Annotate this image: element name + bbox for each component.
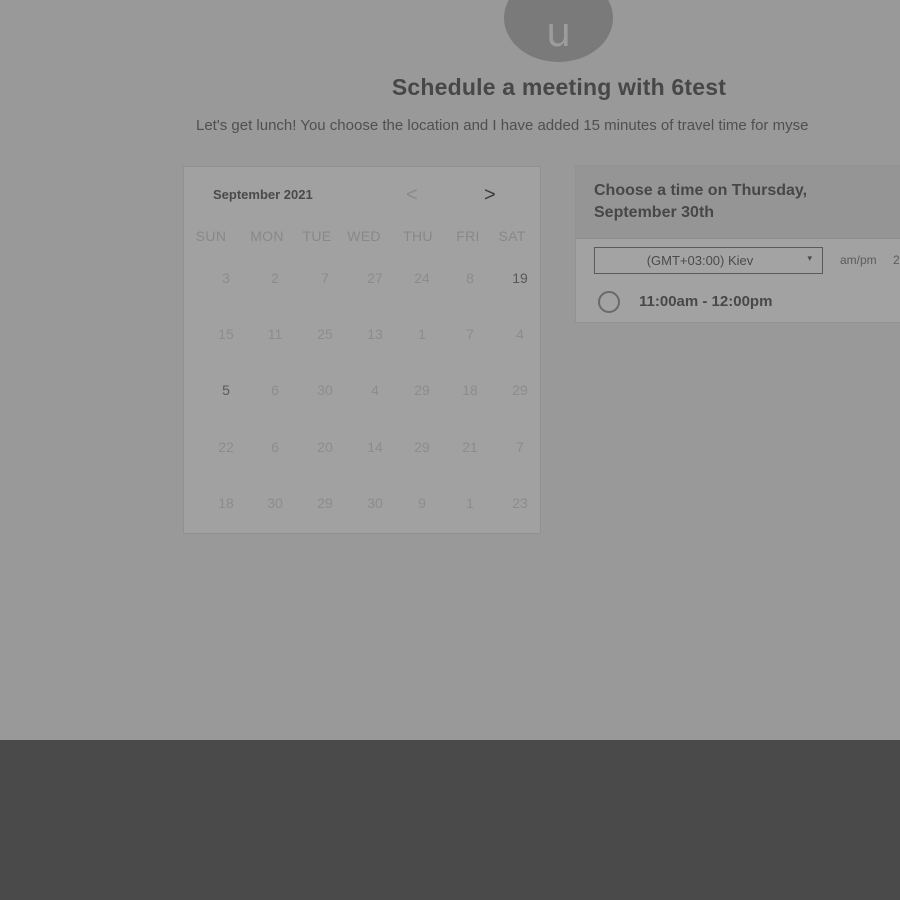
calendar-day[interactable]: 30 — [355, 489, 395, 517]
weekday-label: MON — [250, 228, 284, 244]
calendar-day[interactable]: 27 — [355, 264, 395, 292]
time-slot-label: 11:00am - 12:00pm — [639, 293, 773, 310]
calendar-day[interactable]: 7 — [500, 433, 540, 461]
calendar-day[interactable]: 6 — [255, 376, 295, 404]
calendar-day[interactable]: 4 — [355, 376, 395, 404]
time-format-ampm[interactable]: am/pm — [840, 253, 877, 267]
page-title: Schedule a meeting with 6test — [391, 74, 727, 100]
calendar-day[interactable]: 13 — [355, 320, 395, 348]
calendar-day[interactable]: 6 — [255, 433, 295, 461]
host-avatar: u — [504, 0, 613, 62]
calendar-day[interactable]: 4 — [500, 320, 540, 348]
scheduling-page: u Schedule a meeting with 6test Let's ge… — [0, 0, 900, 740]
calendar-day[interactable]: 29 — [402, 376, 442, 404]
calendar-day[interactable]: 25 — [305, 320, 345, 348]
calendar-day[interactable]: 20 — [305, 433, 345, 461]
calendar-day[interactable]: 14 — [355, 433, 395, 461]
calendar-day[interactable]: 7 — [450, 320, 490, 348]
calendar-day[interactable]: 29 — [500, 376, 540, 404]
calendar-day[interactable]: 24 — [402, 264, 442, 292]
calendar-day[interactable]: 19 — [500, 264, 540, 292]
weekday-label: FRI — [456, 228, 480, 244]
calendar-day[interactable]: 15 — [206, 320, 246, 348]
calendar-day[interactable]: 9 — [402, 489, 442, 517]
calendar-day[interactable]: 29 — [305, 489, 345, 517]
footer-band — [0, 740, 900, 900]
avatar-letter: u — [545, 10, 572, 56]
meeting-description: Let's get lunch! You choose the location… — [196, 117, 809, 134]
calendar-day[interactable]: 5 — [206, 376, 246, 404]
calendar-day[interactable]: 7 — [305, 264, 345, 292]
weekday-label: SAT — [498, 228, 526, 244]
timezone-value: (GMT+03:00) Kiev — [646, 253, 754, 268]
calendar-day[interactable]: 11 — [255, 320, 295, 348]
calendar-day[interactable]: 3 — [206, 264, 246, 292]
time-slot-option[interactable]: 11:00am - 12:00pm — [596, 290, 896, 314]
calendar-day[interactable]: 1 — [402, 320, 442, 348]
calendar-day[interactable]: 22 — [206, 433, 246, 461]
timezone-select[interactable]: (GMT+03:00) Kiev ▾ — [594, 247, 823, 274]
time-selection-panel: Choose a time on Thursday, September 30t… — [575, 165, 900, 323]
calendar-day[interactable]: 23 — [500, 489, 540, 517]
time-panel-heading: Choose a time on Thursday, September 30t… — [594, 182, 808, 221]
chevron-right-icon[interactable]: > — [484, 185, 496, 205]
chevron-left-icon[interactable]: < — [406, 185, 418, 205]
calendar-day[interactable]: 18 — [450, 376, 490, 404]
time-panel-header: Choose a time on Thursday, September 30t… — [576, 166, 900, 239]
time-format-24h[interactable]: 2 — [893, 253, 900, 267]
calendar-day[interactable]: 8 — [450, 264, 490, 292]
weekday-label: WED — [347, 228, 381, 244]
calendar-day[interactable]: 18 — [206, 489, 246, 517]
weekday-label: TUE — [302, 228, 332, 244]
calendar-day[interactable]: 30 — [255, 489, 295, 517]
calendar-day[interactable]: 29 — [402, 433, 442, 461]
calendar-month-label: September 2021 — [213, 187, 313, 202]
calendar-day[interactable]: 2 — [255, 264, 295, 292]
calendar-day[interactable]: 1 — [450, 489, 490, 517]
calendar: September 2021 < > SUN MON TUE WED THU FRI SAT… — [183, 166, 541, 534]
calendar-day[interactable]: 21 — [450, 433, 490, 461]
calendar-day[interactable]: 30 — [305, 376, 345, 404]
radio-circle-icon[interactable] — [598, 291, 620, 313]
caret-down-icon: ▾ — [807, 253, 812, 263]
weekday-label: SUN — [195, 228, 227, 244]
weekday-label: THU — [403, 228, 433, 244]
